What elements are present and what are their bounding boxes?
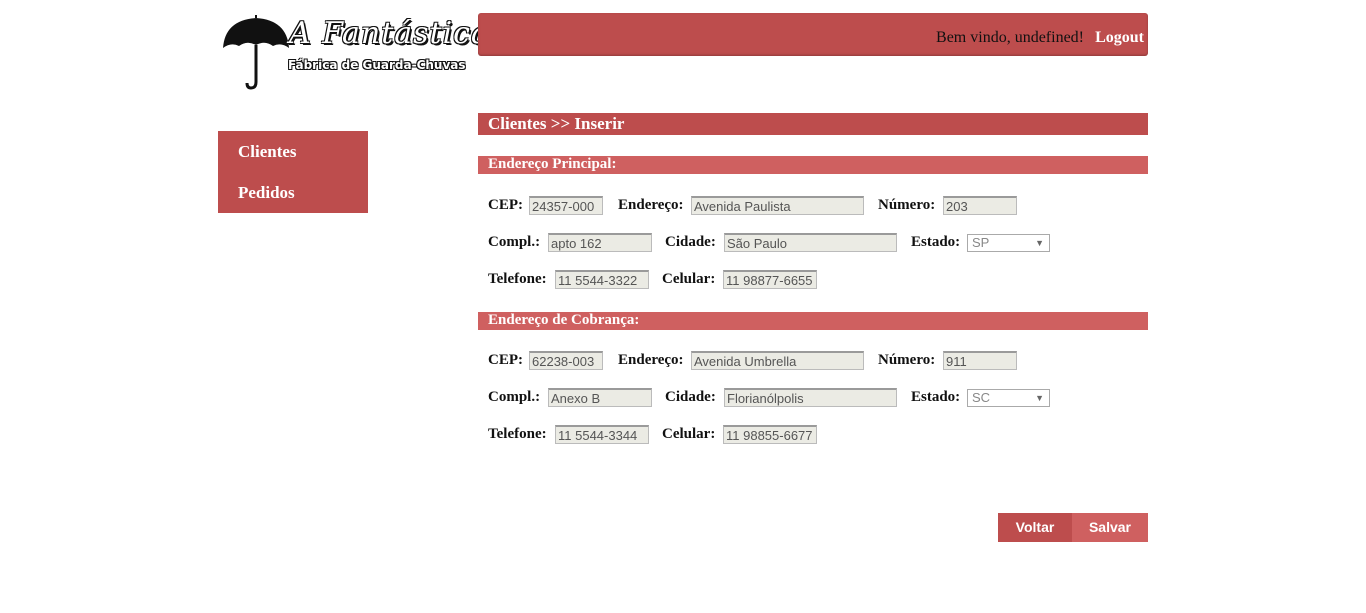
telefone-label: Telefone:: [488, 271, 547, 287]
cobranca-cidade-input[interactable]: Florianólpolis: [724, 388, 897, 407]
principal-estado-select[interactable]: SP ▼: [967, 234, 1050, 252]
header-bar: Bem vindo, undefined! Logout: [478, 13, 1148, 56]
umbrella-icon: [223, 15, 289, 90]
principal-celular-input[interactable]: 11 98877-6655: [723, 270, 817, 289]
principal-telefone-input[interactable]: 11 5544-3322: [555, 270, 649, 289]
logo: A Fantástica Fábrica de Guarda-Chuvas: [221, 12, 489, 90]
endereco-label: Endereço:: [618, 352, 684, 368]
cidade-label: Cidade:: [665, 389, 716, 405]
section-cobranca-heading: Endereço de Cobrança:: [488, 312, 640, 328]
section-cobranca: Endereço de Cobrança:: [478, 312, 1148, 330]
voltar-button[interactable]: Voltar: [998, 513, 1072, 542]
salvar-button[interactable]: Salvar: [1072, 513, 1148, 542]
numero-label: Número:: [878, 197, 936, 213]
chevron-down-icon: ▼: [1035, 393, 1044, 403]
celular-label: Celular:: [662, 426, 716, 442]
cep-label: CEP:: [488, 197, 523, 213]
section-principal: Endereço Principal:: [478, 156, 1148, 174]
sidebar-item-clientes[interactable]: Clientes: [238, 142, 297, 162]
telefone-label: Telefone:: [488, 426, 547, 442]
page-title: Clientes >> Inserir: [488, 114, 625, 133]
cep-label: CEP:: [488, 352, 523, 368]
cobranca-celular-input[interactable]: 11 98855-6677: [723, 425, 817, 444]
compl-label: Compl.:: [488, 234, 541, 250]
logo-title: A Fantástica: [289, 16, 490, 51]
cobranca-cep-input[interactable]: 62238-003: [529, 351, 603, 370]
cobranca-estado-select[interactable]: SC ▼: [967, 389, 1050, 407]
page-title-bar: Clientes >> Inserir: [478, 113, 1148, 135]
cobranca-estado-value: SC: [972, 390, 991, 405]
estado-label: Estado:: [911, 389, 961, 405]
cobranca-telefone-input[interactable]: 11 5544-3344: [555, 425, 649, 444]
section-principal-heading: Endereço Principal:: [488, 156, 617, 172]
sidebar-item-pedidos[interactable]: Pedidos: [238, 183, 295, 203]
principal-numero-input[interactable]: 203: [943, 196, 1017, 215]
cobranca-endereco-input[interactable]: Avenida Umbrella: [691, 351, 864, 370]
principal-cep-input[interactable]: 24357-000: [529, 196, 603, 215]
estado-label: Estado:: [911, 234, 961, 250]
sidebar-menu: Clientes Pedidos: [218, 131, 368, 213]
chevron-down-icon: ▼: [1035, 238, 1044, 248]
logout-link[interactable]: Logout: [1095, 29, 1144, 47]
celular-label: Celular:: [662, 271, 716, 287]
cobranca-numero-input[interactable]: 911: [943, 351, 1017, 370]
endereco-label: Endereço:: [618, 197, 684, 213]
principal-endereco-input[interactable]: Avenida Paulista: [691, 196, 864, 215]
welcome-text: Bem vindo, undefined!: [936, 29, 1084, 46]
compl-label: Compl.:: [488, 389, 541, 405]
principal-compl-input[interactable]: apto 162: [548, 233, 652, 252]
principal-estado-value: SP: [972, 235, 990, 250]
cidade-label: Cidade:: [665, 234, 716, 250]
cobranca-compl-input[interactable]: Anexo B: [548, 388, 652, 407]
principal-cidade-input[interactable]: São Paulo: [724, 233, 897, 252]
numero-label: Número:: [878, 352, 936, 368]
logo-subtitle: Fábrica de Guarda-Chuvas: [288, 58, 466, 72]
